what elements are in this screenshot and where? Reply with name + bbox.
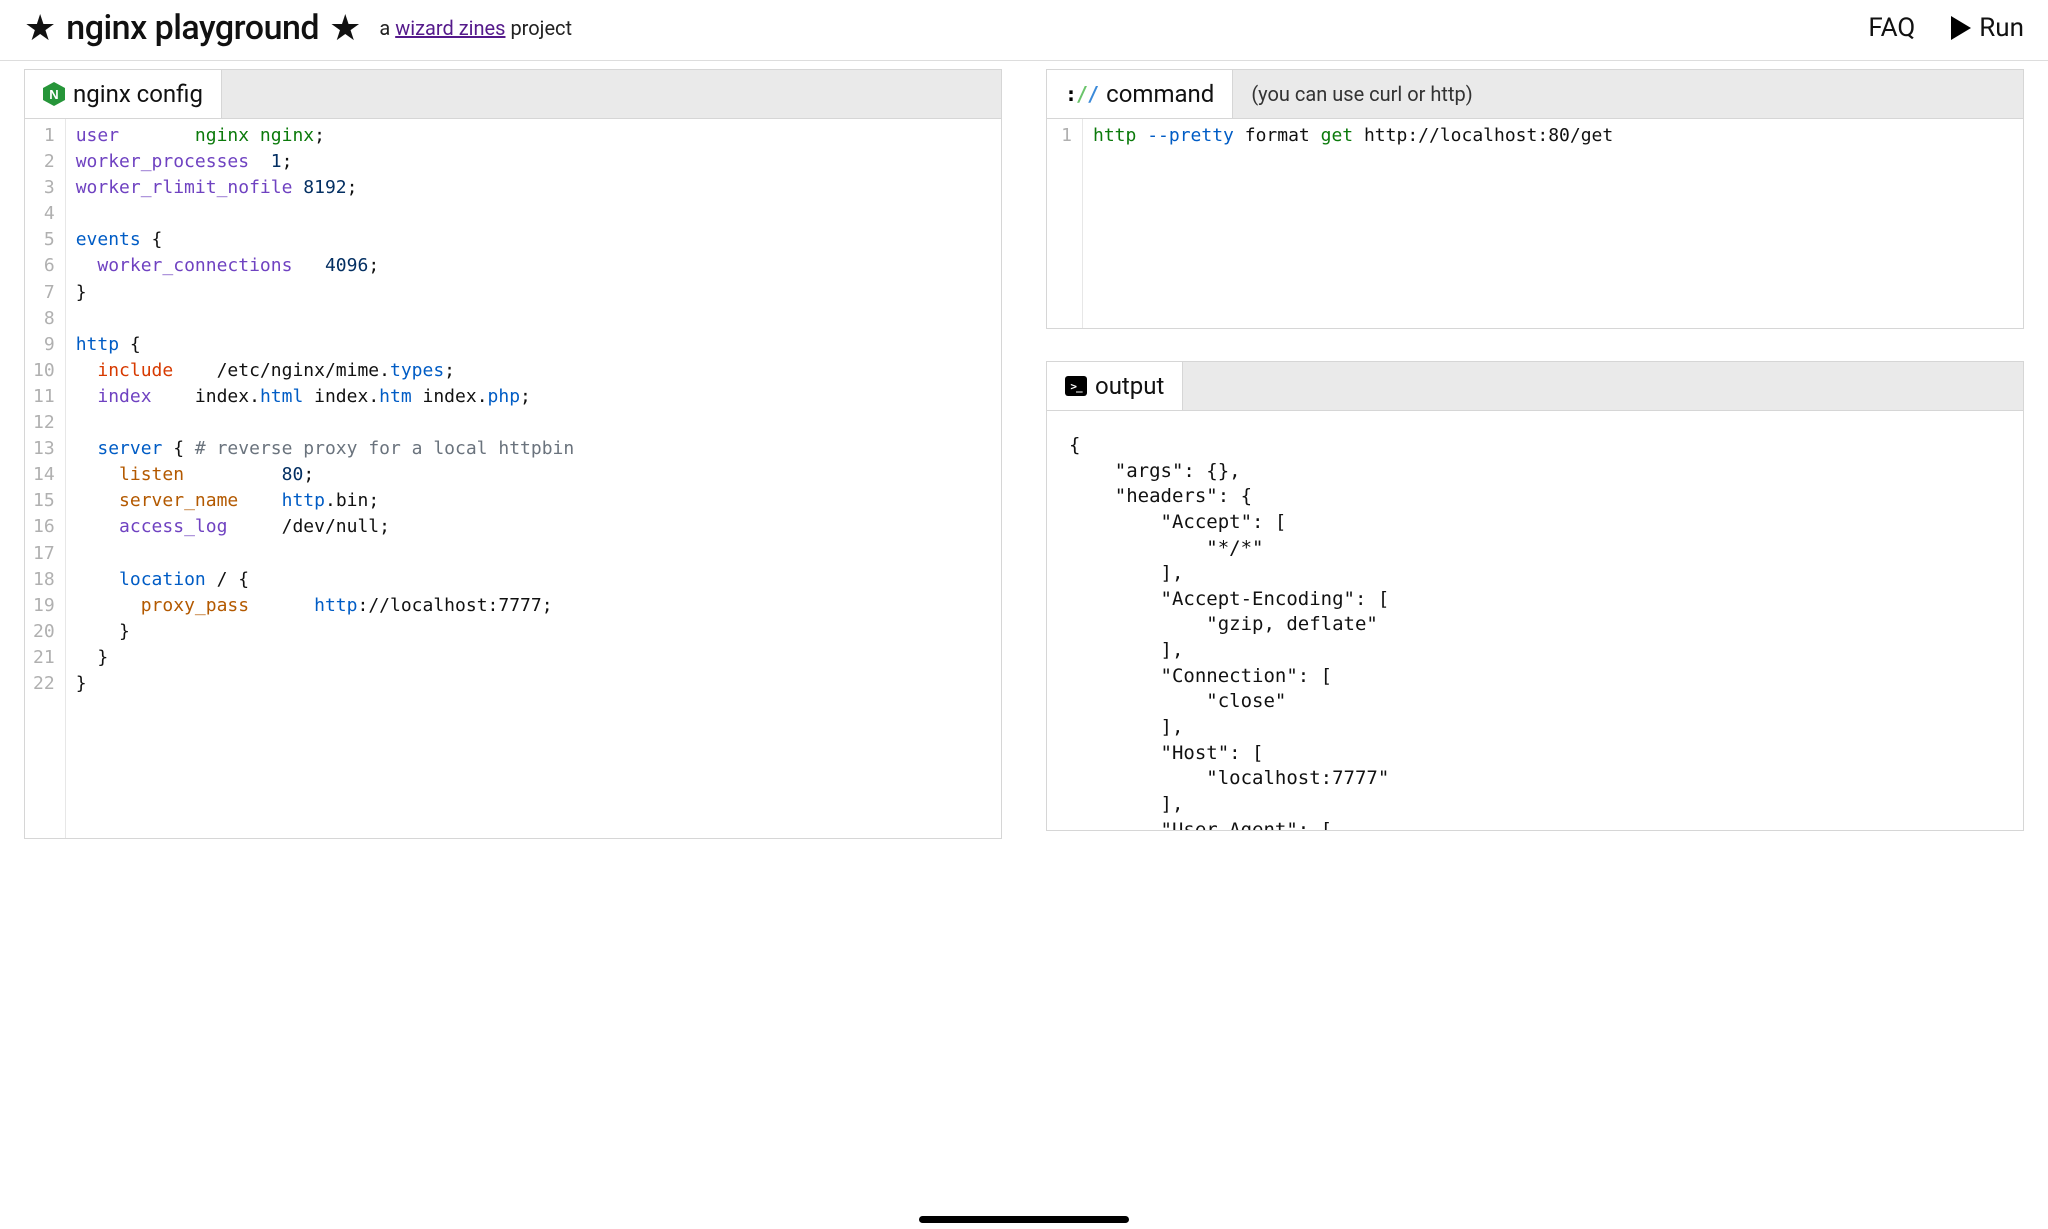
nginx-icon bbox=[43, 82, 65, 106]
output-body[interactable]: { "args": {}, "headers": { "Accept": [ "… bbox=[1046, 411, 2024, 831]
config-tab[interactable]: nginx config bbox=[25, 70, 222, 118]
right-column: :// command (you can use curl or http) 1… bbox=[1046, 61, 2024, 839]
play-icon bbox=[1951, 16, 1971, 40]
run-label: Run bbox=[1979, 13, 2024, 43]
command-tab[interactable]: :// command bbox=[1047, 70, 1233, 118]
run-button[interactable]: Run bbox=[1951, 13, 2024, 43]
star-icon: ★ bbox=[329, 10, 361, 46]
byline-prefix: a bbox=[379, 16, 395, 40]
faq-link[interactable]: FAQ bbox=[1868, 13, 1915, 43]
command-tab-label: command bbox=[1106, 80, 1214, 108]
byline-suffix: project bbox=[505, 16, 572, 40]
main: nginx config 123456789101112131415161718… bbox=[0, 61, 2048, 839]
config-panel: nginx config 123456789101112131415161718… bbox=[24, 69, 1002, 839]
byline: a wizard zines project bbox=[379, 16, 572, 40]
http-icon: :// bbox=[1065, 82, 1098, 106]
command-gutter: 1 bbox=[1047, 119, 1083, 328]
title-wrap: ★ nginx playground ★ bbox=[24, 8, 361, 48]
command-panel: :// command (you can use curl or http) 1… bbox=[1046, 69, 2024, 329]
command-editor[interactable]: 1 http --pretty format get http://localh… bbox=[1046, 119, 2024, 329]
byline-link[interactable]: wizard zines bbox=[395, 16, 505, 40]
config-editor[interactable]: 12345678910111213141516171819202122 user… bbox=[24, 119, 1002, 839]
config-gutter: 12345678910111213141516171819202122 bbox=[25, 119, 66, 838]
header: ★ nginx playground ★ a wizard zines proj… bbox=[0, 0, 2048, 61]
terminal-icon bbox=[1065, 376, 1087, 396]
config-panel-head: nginx config bbox=[24, 69, 1002, 119]
header-actions: FAQ Run bbox=[1868, 13, 2024, 43]
command-code[interactable]: http --pretty format get http://localhos… bbox=[1083, 119, 1623, 328]
command-hint: (you can use curl or http) bbox=[1233, 82, 1490, 106]
home-indicator bbox=[919, 1216, 1129, 1223]
output-tab[interactable]: output bbox=[1047, 362, 1183, 410]
page-title: nginx playground bbox=[66, 8, 319, 48]
star-icon: ★ bbox=[24, 10, 56, 46]
output-tab-label: output bbox=[1095, 372, 1164, 400]
config-tab-label: nginx config bbox=[73, 80, 203, 108]
command-panel-head: :// command (you can use curl or http) bbox=[1046, 69, 2024, 119]
config-code[interactable]: user nginx nginx;worker_processes 1;work… bbox=[66, 119, 585, 838]
output-panel: output { "args": {}, "headers": { "Accep… bbox=[1046, 361, 2024, 831]
output-panel-head: output bbox=[1046, 361, 2024, 411]
